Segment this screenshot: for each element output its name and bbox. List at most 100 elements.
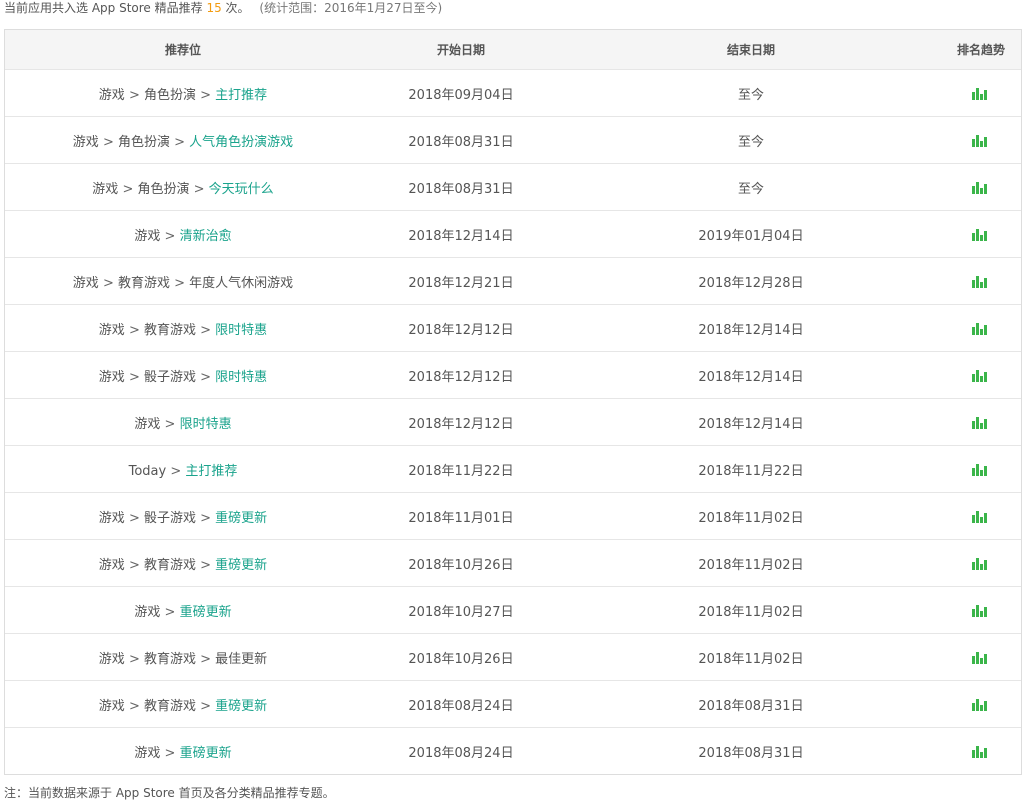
trend-cell xyxy=(941,274,1021,289)
breadcrumb-separator: > xyxy=(189,181,209,197)
recommend-topic: 最佳更新 xyxy=(215,651,268,667)
table-row: 游戏 > 骰子游戏 > 限时特惠 2018年12月12日 2018年12月14日 xyxy=(5,351,1021,398)
end-date: 至今 xyxy=(737,181,764,197)
table-row: 游戏 > 教育游戏 > 限时特惠 2018年12月12日 2018年12月14日 xyxy=(5,304,1021,351)
bar-chart-icon[interactable] xyxy=(972,368,990,382)
breadcrumb-separator: > xyxy=(160,604,180,620)
header-position: 推荐位 xyxy=(164,43,201,57)
breadcrumb-part: 游戏 xyxy=(98,557,125,573)
bar-chart-icon[interactable] xyxy=(972,462,990,476)
recommend-topic-link[interactable]: 限时特惠 xyxy=(215,370,267,385)
trend-cell xyxy=(941,697,1021,712)
footnote: 注：当前数据来源于 App Store 首页及各分类精品推荐专题。 xyxy=(4,786,335,800)
end-date: 2018年11月22日 xyxy=(698,463,804,479)
breadcrumb-part: 骰子游戏 xyxy=(143,510,196,526)
trend-cell xyxy=(941,650,1021,665)
recommend-position: 游戏 > 角色扮演 > 今天玩什么 xyxy=(5,178,361,197)
table-row: 游戏 > 教育游戏 > 重磅更新 2018年08月24日 2018年08月31日 xyxy=(5,680,1021,727)
bar-chart-icon[interactable] xyxy=(972,415,990,429)
recommend-position: 游戏 > 教育游戏 > 年度人气休闲游戏 xyxy=(5,272,361,291)
breadcrumb-separator: > xyxy=(196,322,216,338)
trend-cell xyxy=(941,603,1021,618)
header-end-date: 结束日期 xyxy=(726,43,775,57)
breadcrumb-separator: > xyxy=(196,698,216,714)
bar-chart-icon[interactable] xyxy=(972,744,990,758)
table-row: 游戏 > 角色扮演 > 主打推荐 2018年09月04日 至今 xyxy=(5,69,1021,116)
trend-cell xyxy=(941,415,1021,430)
trend-cell xyxy=(941,744,1021,759)
breadcrumb-part: 游戏 xyxy=(98,698,125,714)
breadcrumb-part: 骰子游戏 xyxy=(143,369,196,385)
bar-chart-icon[interactable] xyxy=(972,133,990,147)
recommend-topic-link[interactable]: 今天玩什么 xyxy=(209,182,274,197)
bar-chart-icon[interactable] xyxy=(972,227,990,241)
table-body: 游戏 > 角色扮演 > 主打推荐 2018年09月04日 至今 游戏 > 角色扮演 >… xyxy=(5,69,1021,774)
breadcrumb-part: 教育游戏 xyxy=(143,698,196,714)
recommend-topic-link[interactable]: 限时特惠 xyxy=(215,323,267,338)
recommend-position: Today > 主打推荐 xyxy=(5,460,361,479)
recommend-topic-link[interactable]: 人气角色扮演游戏 xyxy=(189,135,293,150)
table-row: 游戏 > 骰子游戏 > 重磅更新 2018年11月01日 2018年11月02日 xyxy=(5,492,1021,539)
bar-chart-icon[interactable] xyxy=(972,274,990,288)
breadcrumb-part: 游戏 xyxy=(98,651,125,667)
recommend-topic-link[interactable]: 限时特惠 xyxy=(180,417,232,432)
trend-cell xyxy=(941,133,1021,148)
table-row: 游戏 > 角色扮演 > 今天玩什么 2018年08月31日 至今 xyxy=(5,163,1021,210)
recommend-position: 游戏 > 限时特惠 xyxy=(5,413,361,432)
start-date: 2018年08月24日 xyxy=(408,745,514,761)
breadcrumb-separator: > xyxy=(124,698,144,714)
bar-chart-icon[interactable] xyxy=(972,180,990,194)
breadcrumb-separator: > xyxy=(196,651,216,667)
start-date: 2018年10月26日 xyxy=(408,651,514,667)
table-row: 游戏 > 清新治愈 2018年12月14日 2019年01月04日 xyxy=(5,210,1021,257)
start-date: 2018年11月22日 xyxy=(408,463,514,479)
breadcrumb-separator: > xyxy=(98,275,118,291)
breadcrumb-part: 教育游戏 xyxy=(143,322,196,338)
breadcrumb-part: 角色扮演 xyxy=(117,134,170,150)
bar-chart-icon[interactable] xyxy=(972,86,990,100)
bar-chart-icon[interactable] xyxy=(972,321,990,335)
recommend-position: 游戏 > 教育游戏 > 重磅更新 xyxy=(5,695,361,714)
breadcrumb-part: 教育游戏 xyxy=(143,557,196,573)
trend-cell xyxy=(941,180,1021,195)
recommend-topic-link[interactable]: 主打推荐 xyxy=(215,88,267,103)
breadcrumb-part: 游戏 xyxy=(72,134,99,150)
trend-cell xyxy=(941,509,1021,524)
end-date: 2018年08月31日 xyxy=(698,698,804,714)
trend-cell xyxy=(941,556,1021,571)
end-date: 至今 xyxy=(737,134,764,150)
breadcrumb-part: 游戏 xyxy=(98,322,125,338)
recommend-topic-link[interactable]: 重磅更新 xyxy=(215,511,267,526)
recommend-topic: 年度人气休闲游戏 xyxy=(189,275,294,291)
breadcrumb-separator: > xyxy=(98,134,118,150)
start-date: 2018年10月26日 xyxy=(408,557,514,573)
recommend-topic-link[interactable]: 主打推荐 xyxy=(185,464,237,479)
bar-chart-icon[interactable] xyxy=(972,650,990,664)
table-header: 推荐位 开始日期 结束日期 排名趋势 xyxy=(5,30,1021,69)
breadcrumb-part: 游戏 xyxy=(134,604,161,620)
recommend-topic-link[interactable]: 清新治愈 xyxy=(180,229,232,244)
breadcrumb-separator: > xyxy=(124,557,144,573)
bar-chart-icon[interactable] xyxy=(972,697,990,711)
trend-cell xyxy=(941,368,1021,383)
end-date: 2018年08月31日 xyxy=(698,745,804,761)
recommend-topic-link[interactable]: 重磅更新 xyxy=(180,605,232,620)
start-date: 2018年12月12日 xyxy=(408,416,514,432)
bar-chart-icon[interactable] xyxy=(972,556,990,570)
breadcrumb-part: 角色扮演 xyxy=(137,181,190,197)
end-date: 2018年11月02日 xyxy=(698,604,804,620)
recommend-position: 游戏 > 清新治愈 xyxy=(5,225,361,244)
table-row: Today > 主打推荐 2018年11月22日 2018年11月22日 xyxy=(5,445,1021,492)
breadcrumb-separator: > xyxy=(124,651,144,667)
recommend-topic-link[interactable]: 重磅更新 xyxy=(215,699,267,714)
recommend-topic-link[interactable]: 重磅更新 xyxy=(215,558,267,573)
bar-chart-icon[interactable] xyxy=(972,509,990,523)
bar-chart-icon[interactable] xyxy=(972,603,990,617)
breadcrumb-separator: > xyxy=(124,369,144,385)
end-date: 2018年12月28日 xyxy=(698,275,804,291)
table-row: 游戏 > 重磅更新 2018年08月24日 2018年08月31日 xyxy=(5,727,1021,774)
recommend-position: 游戏 > 重磅更新 xyxy=(5,601,361,620)
recommend-topic-link[interactable]: 重磅更新 xyxy=(180,746,232,761)
breadcrumb-separator: > xyxy=(196,510,216,526)
breadcrumb-part: 游戏 xyxy=(98,369,125,385)
